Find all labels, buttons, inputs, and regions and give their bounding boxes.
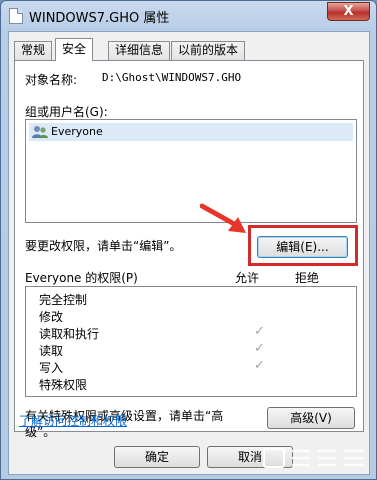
dialog-client: 常规 安全 详细信息 以前的版本 对象名称: D:\Ghost\WINDOWS7… bbox=[8, 31, 370, 475]
change-permissions-prompt: 要更改权限，请单击“编辑”。 bbox=[25, 239, 182, 253]
groups-label: 组或用户名(G): bbox=[25, 105, 108, 119]
close-button[interactable]: X bbox=[327, 2, 370, 21]
permission-name: 修改 bbox=[39, 310, 64, 324]
permission-name: 完全控制 bbox=[39, 293, 88, 307]
permission-row: 特殊权限 bbox=[26, 376, 356, 393]
tab-details[interactable]: 详细信息 bbox=[108, 41, 171, 60]
learn-access-control-link[interactable]: 了解访问控制和权限 bbox=[19, 412, 127, 429]
advanced-button[interactable]: 高级(V) bbox=[267, 407, 355, 429]
permissions-listbox[interactable]: 完全控制 修改 读取和执行 ✓ 读取 ✓ 写入 ✓ 特殊权限 bbox=[25, 286, 357, 397]
title-bar[interactable]: WINDOWS7.GHO 属性 X bbox=[1, 1, 376, 31]
permission-row: 完全控制 bbox=[26, 291, 356, 308]
ok-button[interactable]: 确定 bbox=[114, 446, 200, 468]
security-panel: 对象名称: D:\Ghost\WINDOWS7.GHO 组或用户名(G): Ev… bbox=[14, 60, 364, 439]
allow-header: 允许 bbox=[235, 271, 260, 285]
object-name-label: 对象名称: bbox=[25, 73, 78, 87]
allow-check-icon: ✓ bbox=[254, 341, 265, 356]
allow-check-icon: ✓ bbox=[254, 324, 265, 339]
permission-name: 特殊权限 bbox=[39, 378, 88, 392]
object-name-value: D:\Ghost\WINDOWS7.GHO bbox=[102, 71, 242, 84]
properties-window: WINDOWS7.GHO 属性 X 常规 安全 详细信息 以前的版本 对象名称:… bbox=[0, 0, 377, 480]
window-title: WINDOWS7.GHO 属性 bbox=[29, 11, 170, 26]
permission-row: 修改 bbox=[26, 308, 356, 325]
permissions-label: Everyone 的权限(P) bbox=[25, 271, 138, 285]
group-name: Everyone bbox=[51, 125, 103, 138]
tab-security[interactable]: 安全 bbox=[55, 38, 94, 61]
permission-row: 读取和执行 ✓ bbox=[26, 324, 356, 342]
permission-row: 读取 ✓ bbox=[26, 341, 356, 359]
watermark-logo bbox=[262, 443, 372, 473]
file-icon bbox=[9, 8, 23, 24]
permission-row: 写入 ✓ bbox=[26, 358, 356, 376]
permission-name: 读取和执行 bbox=[39, 327, 100, 341]
permission-name: 读取 bbox=[39, 344, 64, 358]
group-row-everyone[interactable]: Everyone bbox=[29, 123, 353, 141]
edit-button[interactable]: 编辑(E)... bbox=[257, 236, 348, 258]
users-icon bbox=[32, 125, 48, 139]
arrow-icon bbox=[200, 203, 246, 233]
groups-listbox[interactable]: Everyone bbox=[25, 119, 357, 223]
deny-header: 拒绝 bbox=[295, 271, 320, 285]
tab-previous-versions[interactable]: 以前的版本 bbox=[171, 41, 246, 60]
permission-name: 写入 bbox=[39, 361, 64, 375]
tab-general[interactable]: 常规 bbox=[14, 41, 53, 60]
allow-check-icon: ✓ bbox=[254, 358, 265, 373]
